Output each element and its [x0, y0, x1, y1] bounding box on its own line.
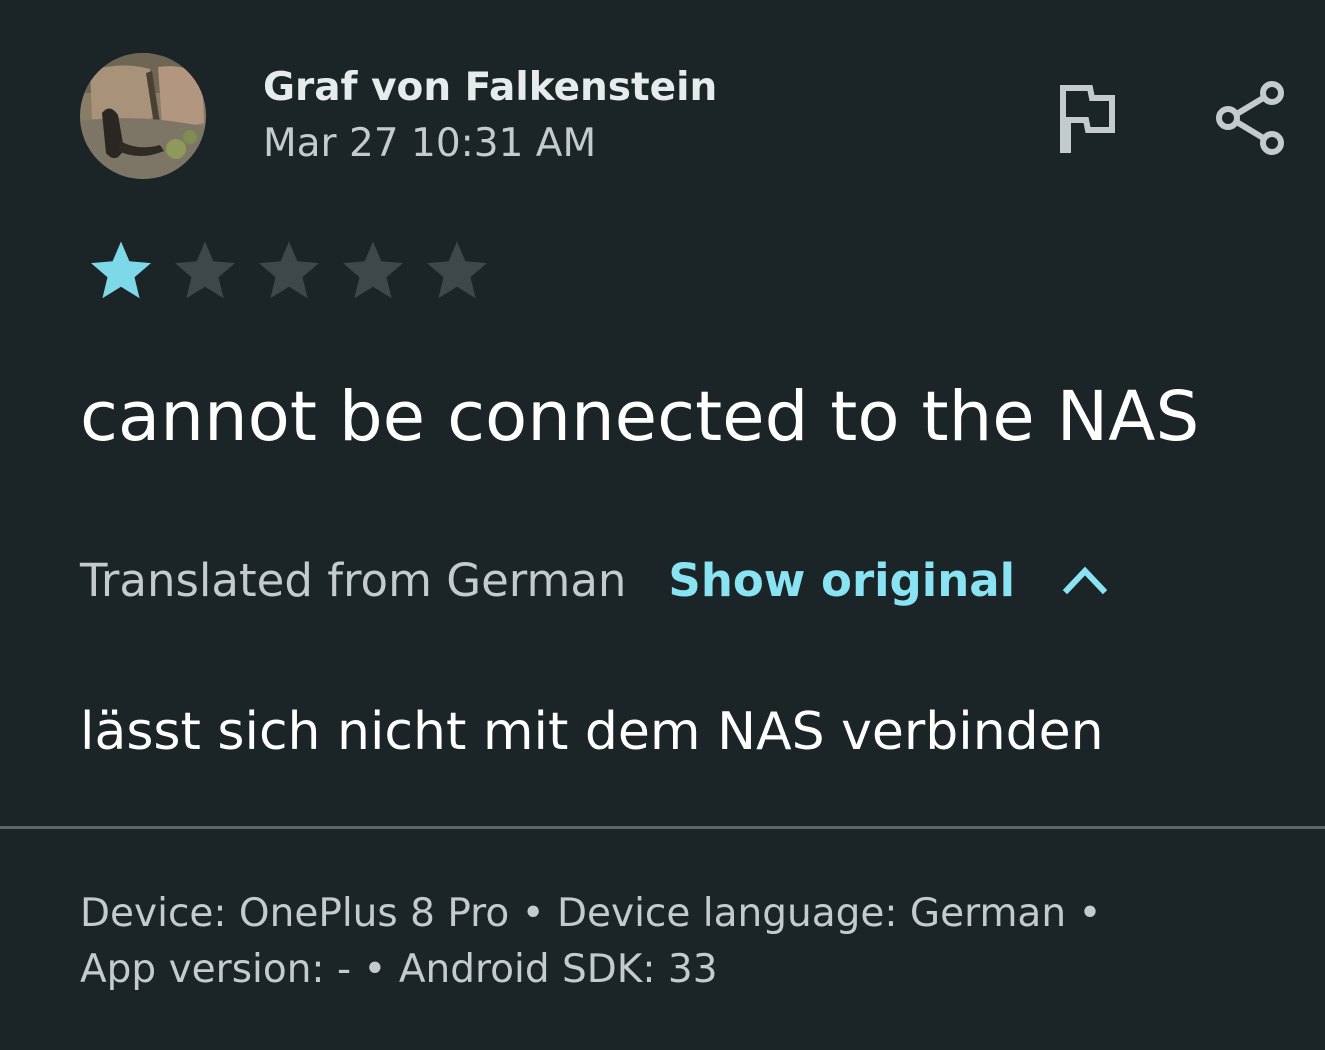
- avatar: [80, 53, 206, 179]
- device-info: Device: OnePlus 8 Pro • Device language:…: [80, 886, 1101, 998]
- device-info-line: App version: - • Android SDK: 33: [80, 947, 718, 992]
- star-icon: [421, 234, 493, 306]
- translation-row: Translated from German Show original: [80, 548, 1111, 612]
- device-info-line: Device: OnePlus 8 Pro • Device language:…: [80, 891, 1102, 936]
- original-review-text: lässt sich nicht mit dem NAS verbinden: [80, 702, 1104, 762]
- review-detail-page: Graf von Falkenstein Mar 27 10:31 AM can…: [0, 0, 1325, 1050]
- star-icon: [169, 234, 241, 306]
- star-icon: [85, 234, 157, 306]
- star-rating: [85, 234, 505, 306]
- flag-icon[interactable]: [1052, 80, 1124, 156]
- show-original-button[interactable]: Show original: [668, 554, 1015, 607]
- review-text: cannot be connected to the NAS: [80, 377, 1200, 457]
- review-date: Mar 27 10:31 AM: [263, 121, 597, 166]
- divider: [0, 826, 1325, 829]
- share-icon[interactable]: [1208, 76, 1292, 160]
- chevron-up-icon[interactable]: [1059, 554, 1111, 606]
- author-name: Graf von Falkenstein: [263, 65, 718, 110]
- star-icon: [337, 234, 409, 306]
- translation-note: Translated from German: [80, 553, 627, 607]
- star-icon: [253, 234, 325, 306]
